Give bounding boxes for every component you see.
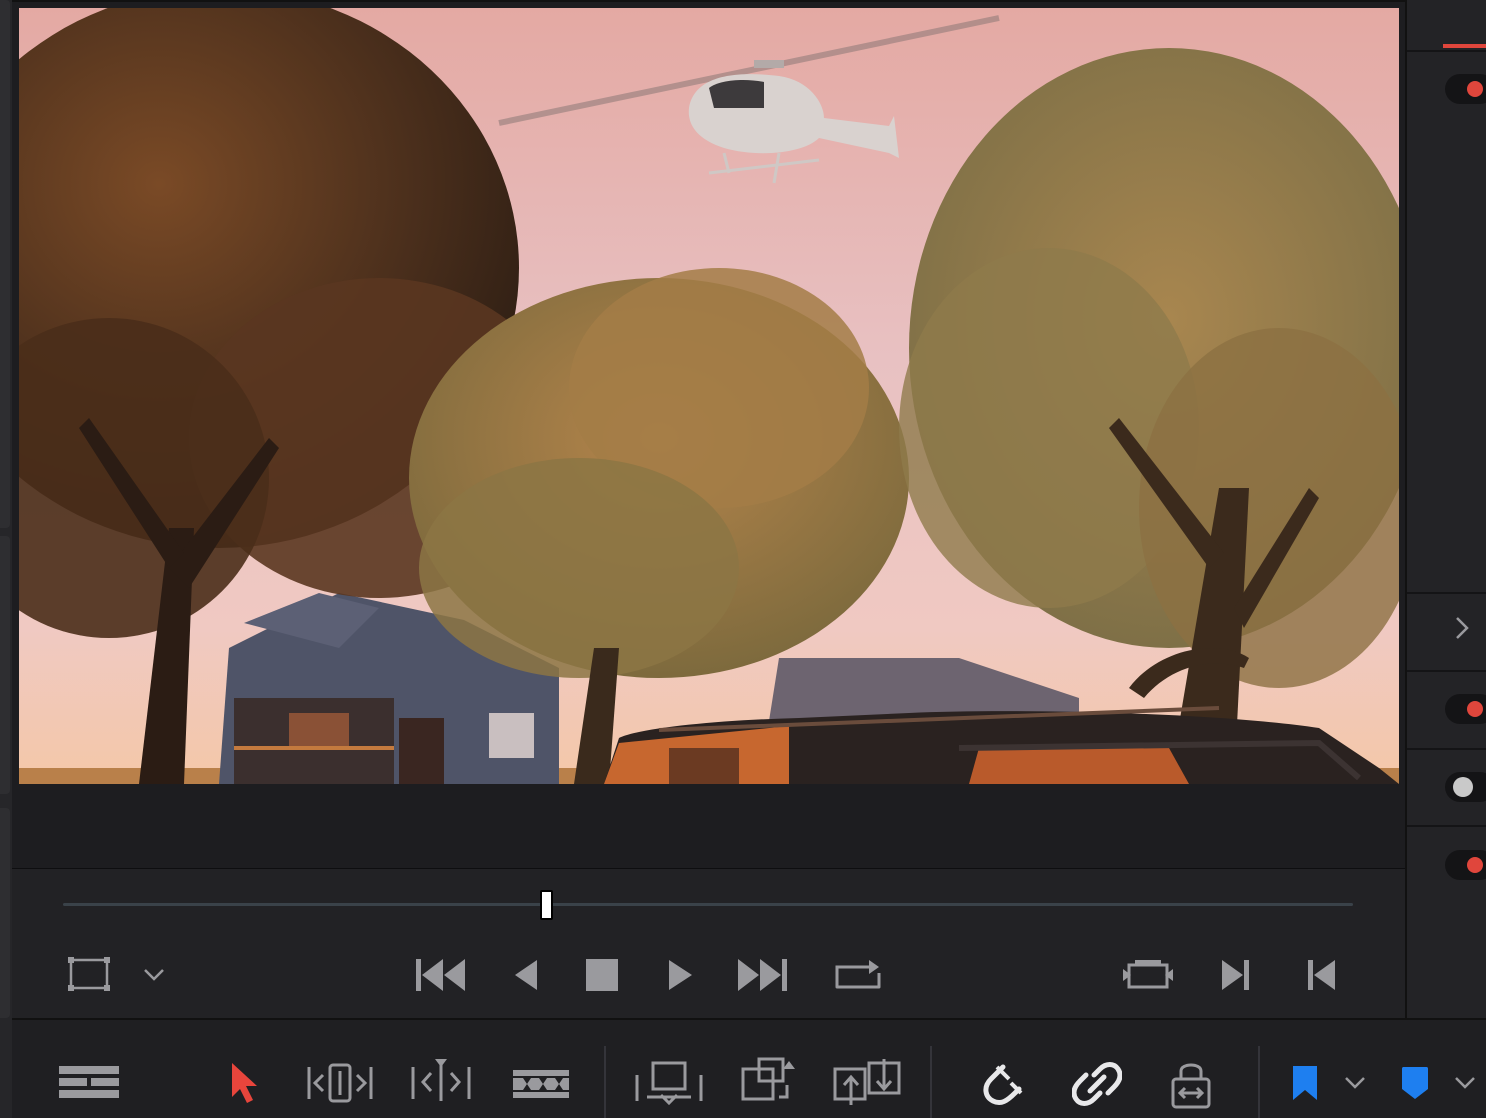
trim-edit-icon[interactable]	[304, 1060, 376, 1106]
previous-edit-icon[interactable]	[1302, 955, 1342, 995]
blade-icon[interactable]	[510, 1064, 572, 1104]
inspector-panel	[1405, 0, 1486, 1018]
divider	[1407, 825, 1486, 827]
left-panel-edge	[0, 0, 12, 1118]
skip-to-start-icon[interactable]	[412, 955, 468, 995]
source-viewer	[12, 0, 1405, 868]
scrubber-track[interactable]	[63, 903, 1353, 906]
left-panel-segment	[0, 0, 10, 528]
linked-selection-icon[interactable]	[1070, 1060, 1124, 1108]
chevron-right-icon[interactable]	[1447, 612, 1477, 644]
toolbar-separator	[1258, 1046, 1260, 1118]
skip-to-end-icon[interactable]	[735, 955, 791, 995]
dynamic-trim-icon[interactable]	[408, 1054, 474, 1106]
video-frame[interactable]	[19, 8, 1399, 784]
stop-icon[interactable]	[582, 955, 622, 995]
scrubber-playhead[interactable]	[540, 890, 554, 920]
selection-arrow-icon[interactable]	[220, 1060, 266, 1106]
position-lock-icon[interactable]	[1168, 1058, 1214, 1112]
transport-controls	[12, 868, 1405, 1018]
divider	[1407, 50, 1486, 52]
divider	[1407, 748, 1486, 750]
toggle-switch[interactable]	[1445, 694, 1486, 724]
replace-clip-icon[interactable]	[830, 1054, 906, 1110]
chevron-down-icon[interactable]	[1452, 1072, 1478, 1094]
divider	[1407, 592, 1486, 594]
left-panel-segment	[0, 536, 10, 794]
flag-icon[interactable]	[1288, 1062, 1322, 1104]
edit-toolbar	[12, 1018, 1486, 1118]
toolbar-separator	[930, 1046, 932, 1118]
app-window	[0, 0, 1486, 1118]
insert-clip-icon[interactable]	[632, 1058, 706, 1108]
active-tab-indicator	[1443, 44, 1486, 48]
divider	[1407, 670, 1486, 672]
toggle-switch[interactable]	[1445, 772, 1486, 802]
next-edit-icon[interactable]	[1215, 955, 1255, 995]
timeline-view-icon[interactable]	[56, 1060, 122, 1104]
toggle-switch[interactable]	[1445, 850, 1486, 880]
video-frame-image	[19, 8, 1399, 784]
toolbar-separator	[604, 1046, 606, 1118]
play-icon[interactable]	[660, 955, 700, 995]
chevron-down-icon[interactable]	[1342, 1072, 1368, 1094]
marker-icon[interactable]	[1398, 1062, 1432, 1104]
overwrite-clip-icon[interactable]	[738, 1054, 798, 1106]
reverse-play-icon[interactable]	[506, 955, 546, 995]
chevron-down-icon[interactable]	[140, 963, 168, 987]
loop-icon[interactable]	[830, 955, 886, 995]
snapping-icon[interactable]	[972, 1060, 1028, 1108]
toggle-switch[interactable]	[1445, 74, 1486, 104]
match-frame-icon[interactable]	[1120, 955, 1176, 995]
viewer-crop-icon[interactable]	[66, 955, 112, 993]
left-panel-segment	[0, 808, 10, 1018]
